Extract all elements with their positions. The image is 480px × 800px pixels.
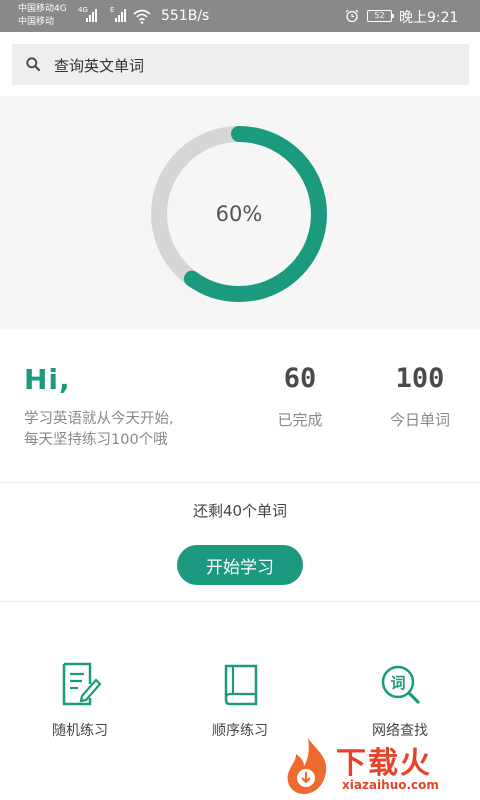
divider [0,601,480,602]
battery-icon: 52 [367,10,394,22]
motto-line-1: 学习英语就从今天开始, [24,411,174,427]
greeting-title: Hi, [24,363,71,396]
svg-text:词: 词 [390,674,405,692]
completed-label: 已完成 [277,411,323,429]
signal-1-icon [86,9,97,22]
book-icon [224,664,258,706]
network-speed: 551B/s [161,8,210,24]
wifi-icon [133,9,151,24]
sequential-practice-button[interactable]: 顺序练习 [180,660,300,740]
watermark-title: 下载火 [336,746,432,781]
start-learning-button[interactable]: 开始学习 [177,545,303,585]
today-words-label: 今日单词 [389,411,450,429]
signal-2-icon [115,9,126,22]
greeting-motto: 学习英语就从今天开始, 每天坚持练习100个哦 [24,409,254,451]
alarm-icon [345,9,359,23]
search-placeholder: 查询英文单词 [54,57,145,75]
remaining-words: 还剩40个单词 [192,502,288,520]
carrier-1: 中国移动4G [18,4,67,14]
watermark-url: xiazaihuo.com [342,778,439,792]
motto-line-2: 每天坚持练习100个哦 [24,432,168,448]
search-icon [26,57,40,71]
signal-tag-2: E [110,6,115,14]
progress-panel: 60% [0,96,480,329]
random-practice-button[interactable]: 随机练习 [20,660,140,740]
flame-logo-icon [287,738,327,794]
carrier-2: 中国移动 [18,17,55,27]
divider [0,482,480,483]
completed-count: 60 [283,363,317,394]
status-bar: 中国移动4G 中国移动 4G E 551B/s 52 晚上9:21 [0,0,480,32]
status-clock: 晚上9:21 [399,10,459,26]
random-practice-label: 随机练习 [52,723,108,739]
note-edit-icon [62,662,102,706]
web-lookup-button[interactable]: 词 网络查找 [340,660,460,740]
watermark: 下载火 xiazaihuo.com [282,736,480,800]
word-search-icon: 词 [381,665,420,704]
today-words-count: 100 [395,363,445,394]
progress-percent: 60% [215,202,263,226]
search-input[interactable]: 查询英文单词 [12,44,469,85]
